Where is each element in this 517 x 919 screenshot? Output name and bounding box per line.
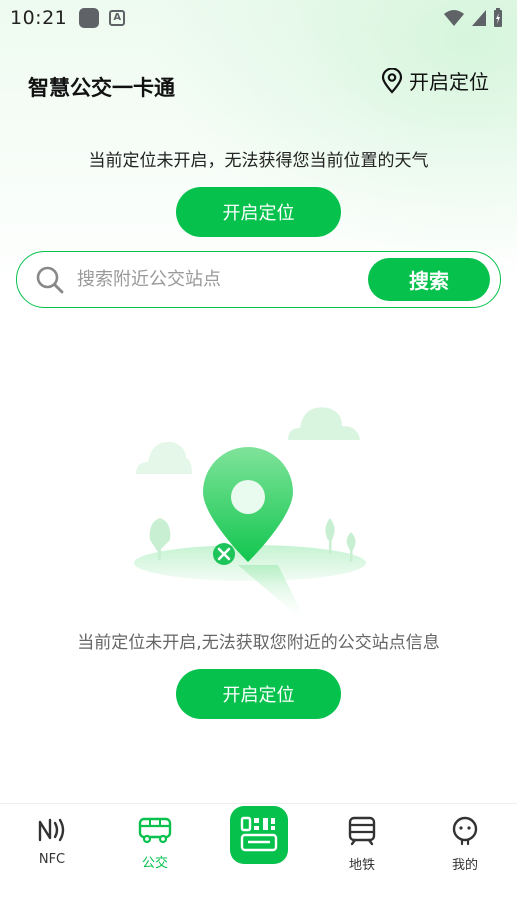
notification-a-icon: A [109,10,126,26]
profile-icon [452,816,478,846]
tab-bus[interactable]: 公交 [115,816,195,871]
status-time: 10:21 [10,7,68,29]
enable-location-label: 开启定位 [409,70,489,94]
bottom-tab-bar: NFC 公交 地铁 我的 [0,803,517,919]
app-title: 智慧公交一卡通 [28,76,175,100]
enable-location-button[interactable]: 开启定位 [176,187,341,237]
search-icon [36,266,64,293]
empty-state-message: 当前定位未开启,无法获取您附近的公交站点信息 [77,633,440,653]
nfc-icon [38,818,65,842]
tab-metro[interactable]: 地铁 [322,816,402,873]
location-pin-icon [381,67,403,94]
search-button[interactable]: 搜索 [368,258,490,301]
search-input[interactable] [77,269,368,290]
enable-location-button-secondary[interactable]: 开启定位 [176,669,341,719]
location-off-illustration [134,407,366,625]
app-header: 智慧公交一卡通 开启定位 [0,62,517,102]
status-icons [443,8,503,28]
tab-bus-label: 公交 [141,856,168,871]
tab-profile[interactable]: 我的 [425,816,505,873]
tab-profile-label: 我的 [451,858,478,873]
search-bar: 搜索 [16,251,501,308]
metro-icon [348,816,376,846]
signal-icon [472,10,486,26]
tab-nfc[interactable]: NFC [12,816,92,867]
notification-app-icon [79,8,100,28]
tab-nfc-label: NFC [38,852,66,867]
wifi-icon [444,10,464,26]
battery-icon [494,8,502,27]
weather-unavailable-message: 当前定位未开启，无法获得您当前位置的天气 [88,151,429,171]
qr-scan-icon [240,816,278,852]
qr-scan-button[interactable] [230,806,288,864]
enable-location-link[interactable]: 开启定位 [381,66,489,95]
tab-metro-label: 地铁 [348,858,375,873]
bus-icon [138,817,172,844]
status-bar: 10:21 A [0,0,517,36]
